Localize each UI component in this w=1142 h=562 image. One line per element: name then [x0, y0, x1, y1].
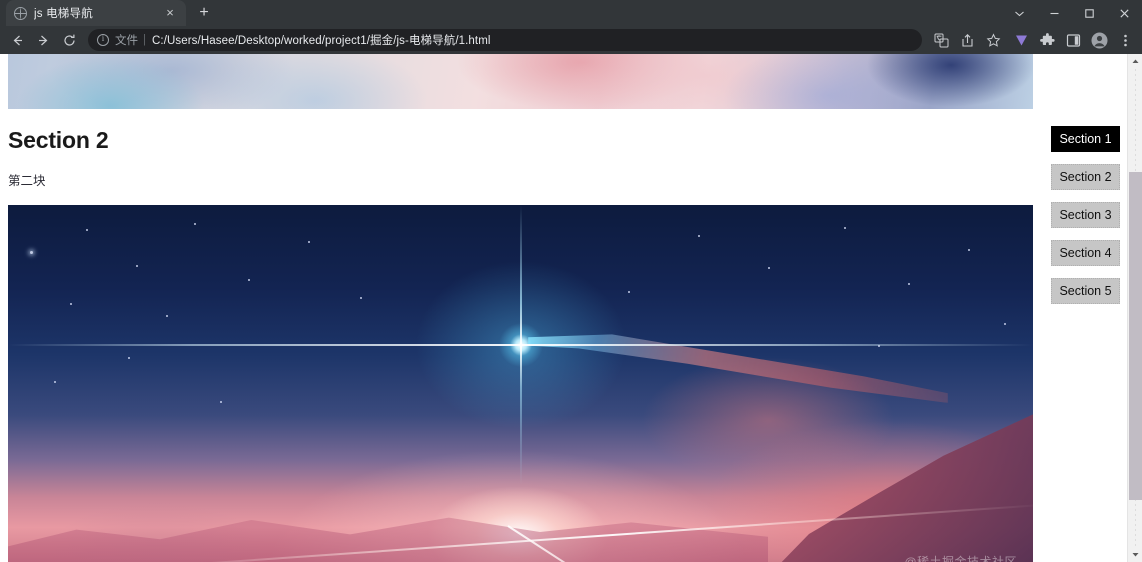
section-1-image: [8, 54, 1033, 109]
elevator-nav-item-5[interactable]: Section 5: [1051, 278, 1120, 304]
window-controls: [1002, 0, 1142, 26]
caret-down-icon[interactable]: [1128, 547, 1142, 562]
maximize-icon[interactable]: [1072, 0, 1107, 26]
section-2-image: @稀土掘金技术社区: [8, 205, 1033, 562]
cloud-bank: [8, 517, 768, 562]
scrollbar-thumb[interactable]: [1129, 172, 1142, 500]
arrow-right-icon[interactable]: [30, 27, 56, 53]
extensions-puzzle-icon[interactable]: [1034, 27, 1060, 53]
elevator-nav-item-2[interactable]: Section 2: [1051, 164, 1120, 190]
star-flare-vertical: [520, 205, 522, 485]
browser-tab[interactable]: js 电梯导航 ×: [6, 0, 186, 26]
browser-toolbar: 文件 | C:/Users/Hasee/Desktop/worked/proje…: [0, 26, 1142, 54]
side-panel-icon[interactable]: [1060, 27, 1086, 53]
page-viewport: Section 2 第二块 @稀土掘金技术社区 Section 1 Sectio…: [0, 54, 1142, 562]
profile-avatar-icon[interactable]: [1086, 27, 1112, 53]
vimium-extension-icon[interactable]: [1008, 27, 1034, 53]
elevator-nav-item-3[interactable]: Section 3: [1051, 202, 1120, 228]
share-icon[interactable]: [954, 27, 980, 53]
url-text: C:/Users/Hasee/Desktop/worked/project1/掘…: [152, 35, 491, 47]
globe-icon: [14, 6, 27, 20]
chevron-down-icon[interactable]: [1002, 0, 1037, 26]
url-separator: |: [143, 34, 146, 46]
tab-title: js 电梯导航: [34, 8, 93, 20]
arrow-left-icon[interactable]: [4, 27, 30, 53]
elevator-nav: Section 1 Section 2 Section 3 Section 4 …: [1051, 126, 1120, 304]
content-column: Section 2 第二块 @稀土掘金技术社区: [0, 54, 1127, 562]
translate-icon[interactable]: [928, 27, 954, 53]
elevator-nav-item-1[interactable]: Section 1: [1051, 126, 1120, 152]
page-title: Section 2: [8, 127, 109, 153]
browser-window: js 电梯导航 × + i 文件 | C:/Users/Hasee/Deskto…: [0, 0, 1142, 562]
reload-icon[interactable]: [56, 27, 82, 53]
minimize-icon[interactable]: [1037, 0, 1072, 26]
close-icon[interactable]: [1107, 0, 1142, 26]
caret-up-icon[interactable]: [1128, 54, 1142, 69]
new-tab-button[interactable]: +: [192, 1, 216, 25]
section-description: 第二块: [8, 174, 46, 188]
watermark-text: @稀土掘金技术社区: [904, 555, 1017, 562]
close-icon[interactable]: ×: [162, 5, 178, 21]
page-scrollbar[interactable]: [1127, 54, 1142, 562]
more-menu-icon[interactable]: [1112, 27, 1138, 53]
bookmark-star-icon[interactable]: [980, 27, 1006, 53]
tab-strip: js 电梯导航 × +: [0, 0, 1142, 26]
info-circle-icon[interactable]: [97, 33, 109, 46]
web-page-content: Section 2 第二块 @稀土掘金技术社区: [0, 54, 1127, 562]
address-bar[interactable]: 文件 | C:/Users/Hasee/Desktop/worked/proje…: [88, 29, 922, 51]
elevator-nav-item-4[interactable]: Section 4: [1051, 240, 1120, 266]
url-scheme-label: 文件: [115, 35, 138, 47]
